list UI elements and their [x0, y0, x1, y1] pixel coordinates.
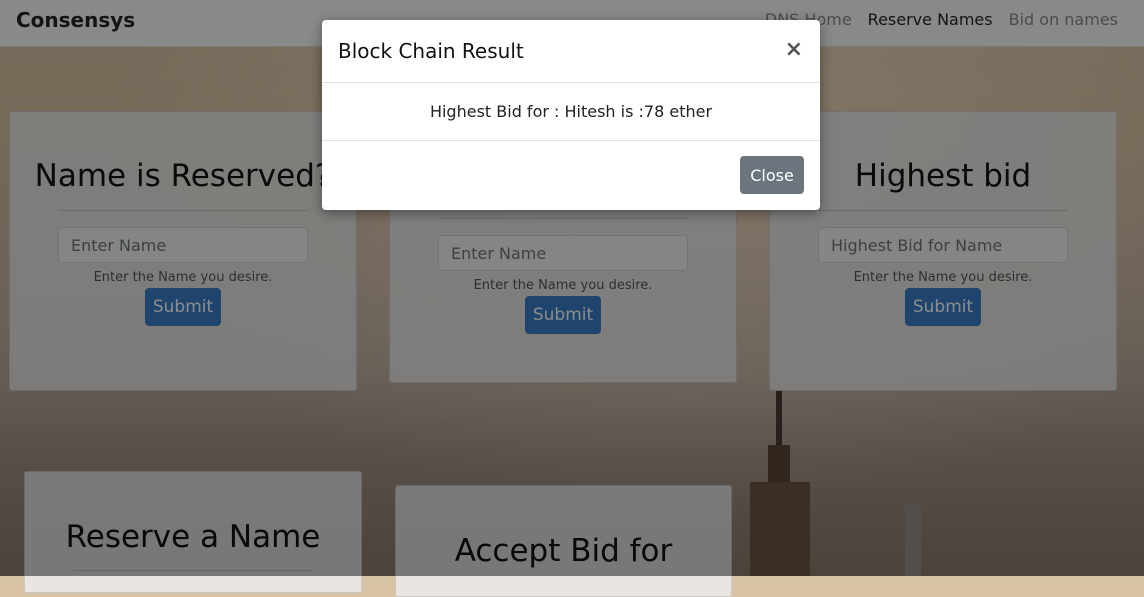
- result-text: Highest Bid for : Hitesh is :78 ether: [429, 102, 713, 121]
- modal-body: Highest Bid for : Hitesh is :78 ether: [322, 83, 820, 141]
- close-button[interactable]: Close: [740, 156, 804, 194]
- modal-header: Block Chain Result ×: [322, 20, 820, 83]
- modal-title: Block Chain Result: [338, 39, 524, 63]
- close-icon[interactable]: ×: [785, 37, 803, 62]
- result-modal: Block Chain Result × Highest Bid for : H…: [322, 20, 820, 210]
